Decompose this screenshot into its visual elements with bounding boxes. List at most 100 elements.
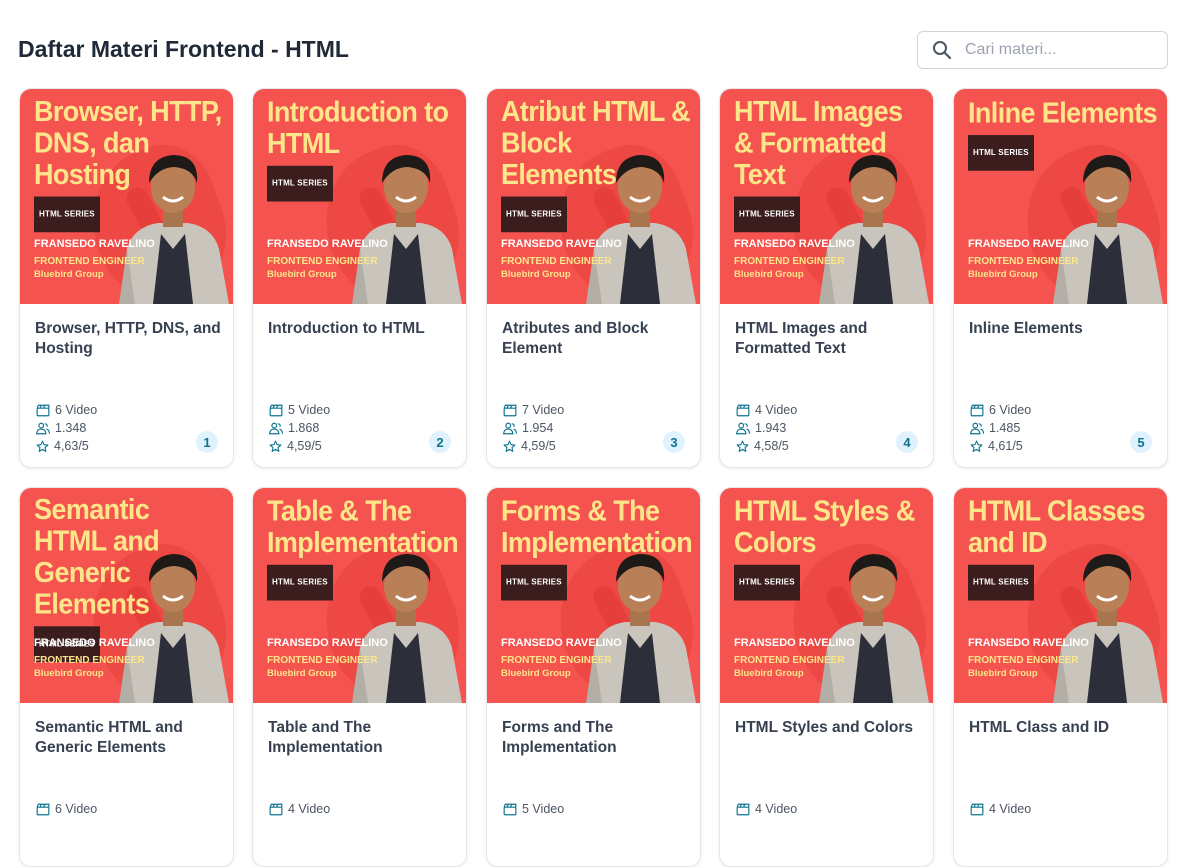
video-count-label: 4 Video [755,802,798,816]
presenter-role: FRONTEND ENGINEER [968,256,1079,267]
clapperboard-icon [269,803,288,816]
star-icon [269,440,287,453]
course-card[interactable]: Semantic HTML and Generic Elements HTML … [19,487,234,867]
video-count: 5 Video [269,401,330,419]
card-body: Semantic HTML and Generic Elements 6 Vid… [20,703,233,866]
presenter-name: FRANSEDO RAVELINO [501,238,622,250]
presenter-role: FRONTEND ENGINEER [34,655,145,666]
course-card[interactable]: HTML Images & Formatted Text HTML SERIES… [719,88,934,468]
learner-count-label: 1.485 [989,421,1021,435]
course-stats: 7 Video 1.954 4,59/5 [503,401,564,455]
rating-label: 4,63/5 [54,439,89,453]
thumbnail-title: Browser, HTTP, DNS, dan Hosting HTML SER… [34,96,225,233]
star-icon [736,440,754,453]
video-count: 4 Video [269,800,330,818]
video-count: 6 Video [36,401,97,419]
course-thumbnail: HTML Classes and ID HTML SERIES FRANSEDO… [954,488,1167,703]
presenter-role: FRONTEND ENGINEER [734,256,845,267]
series-badge: HTML SERIES [501,564,567,601]
course-card[interactable]: Browser, HTTP, DNS, dan Hosting HTML SER… [19,88,234,468]
search-input[interactable] [963,40,1157,60]
course-thumbnail: HTML Images & Formatted Text HTML SERIES… [720,89,933,304]
series-badge: HTML SERIES [734,196,800,233]
users-icon [36,422,55,435]
thumbnail-title-text: Inline Elements [968,97,1158,129]
learner-count: 1.954 [503,419,564,437]
presenter-role: FRONTEND ENGINEER [34,256,145,267]
course-title: HTML Styles and Colors [735,719,913,736]
rating-label: 4,61/5 [988,439,1023,453]
course-card[interactable]: Inline Elements HTML SERIES FRANSEDO RAV… [953,88,1168,468]
card-body: Atributes and Block Element 7 Video 1.95… [487,304,700,467]
course-card[interactable]: Introduction to HTML HTML SERIES FRANSED… [252,88,467,468]
thumbnail-title: Forms & The Implementation HTML SERIES [501,495,693,601]
presenter-company: Bluebird Group [501,269,571,280]
users-icon [503,422,522,435]
learner-count: 1.943 [736,419,797,437]
video-count: 4 Video [736,800,797,818]
clapperboard-icon [269,404,288,417]
thumbnail-title-text: HTML Classes and ID [968,495,1145,559]
course-title: HTML Images and Formatted Text [735,320,868,357]
thumbnail-title: Introduction to HTML HTML SERIES [267,97,458,202]
presenter-role: FRONTEND ENGINEER [267,655,378,666]
rating-label: 4,59/5 [287,439,322,453]
course-number-badge: 3 [663,431,685,453]
clapperboard-icon [36,404,55,417]
course-stats: 4 Video [970,800,1031,818]
video-count-label: 6 Video [989,403,1032,417]
course-card[interactable]: Forms & The Implementation HTML SERIES F… [486,487,701,867]
course-thumbnail: Introduction to HTML HTML SERIES FRANSED… [253,89,466,304]
presenter-role: FRONTEND ENGINEER [734,655,845,666]
course-thumbnail: Browser, HTTP, DNS, dan Hosting HTML SER… [20,89,233,304]
series-badge: HTML SERIES [34,196,100,233]
course-card[interactable]: HTML Styles & Colors HTML SERIES FRANSED… [719,487,934,867]
course-card[interactable]: HTML Classes and ID HTML SERIES FRANSEDO… [953,487,1168,867]
course-card[interactable]: Atribut HTML & Block Elements HTML SERIE… [486,88,701,468]
users-icon [970,422,989,435]
clapperboard-icon [736,803,755,816]
series-badge: HTML SERIES [734,564,800,601]
rating: 4,61/5 [970,437,1031,455]
series-badge: HTML SERIES [968,135,1034,171]
video-count: 4 Video [736,401,797,419]
card-body: Inline Elements 6 Video 1.485 4,61/5 5 [954,304,1167,467]
video-count-label: 4 Video [989,802,1032,816]
course-stats: 5 Video [503,800,564,818]
presenter-role: FRONTEND ENGINEER [968,655,1079,666]
thumbnail-title-text: Forms & The Implementation [501,495,693,559]
learner-count: 1.868 [269,419,330,437]
card-body: Introduction to HTML 5 Video 1.868 4,59/… [253,304,466,467]
course-stats: 6 Video 1.485 4,61/5 [970,401,1031,455]
thumbnail-title: Atribut HTML & Block Elements HTML SERIE… [501,96,692,233]
course-title: Forms and The Implementation [502,719,617,756]
card-body: HTML Images and Formatted Text 4 Video 1… [720,304,933,467]
presenter-company: Bluebird Group [34,668,104,679]
course-title: Table and The Implementation [268,719,383,756]
presenter-name: FRANSEDO RAVELINO [267,238,388,250]
clapperboard-icon [36,803,55,816]
presenter-company: Bluebird Group [968,668,1038,679]
course-stats: 4 Video [269,800,330,818]
presenter-name: FRANSEDO RAVELINO [968,238,1089,250]
card-body: Forms and The Implementation 5 Video [487,703,700,866]
video-count-label: 5 Video [522,802,565,816]
video-count: 4 Video [970,800,1031,818]
card-body: Table and The Implementation 4 Video [253,703,466,866]
course-title: Browser, HTTP, DNS, and Hosting [35,320,221,357]
course-stats: 6 Video [36,800,97,818]
search-box[interactable] [917,31,1168,69]
card-body: HTML Class and ID 4 Video [954,703,1167,866]
video-count-label: 4 Video [755,403,798,417]
presenter-name: FRANSEDO RAVELINO [34,637,155,649]
course-thumbnail: Table & The Implementation HTML SERIES F… [253,488,466,703]
course-card[interactable]: Table & The Implementation HTML SERIES F… [252,487,467,867]
thumbnail-title: HTML Styles & Colors HTML SERIES [734,496,925,601]
presenter-company: Bluebird Group [734,668,804,679]
clapperboard-icon [503,404,522,417]
thumbnail-title: Table & The Implementation HTML SERIES [267,496,459,601]
course-thumbnail: HTML Styles & Colors HTML SERIES FRANSED… [720,488,933,703]
thumbnail-title-text: Semantic HTML and Generic Elements [34,494,160,620]
learner-count-label: 1.868 [288,421,320,435]
learner-count: 1.485 [970,419,1031,437]
